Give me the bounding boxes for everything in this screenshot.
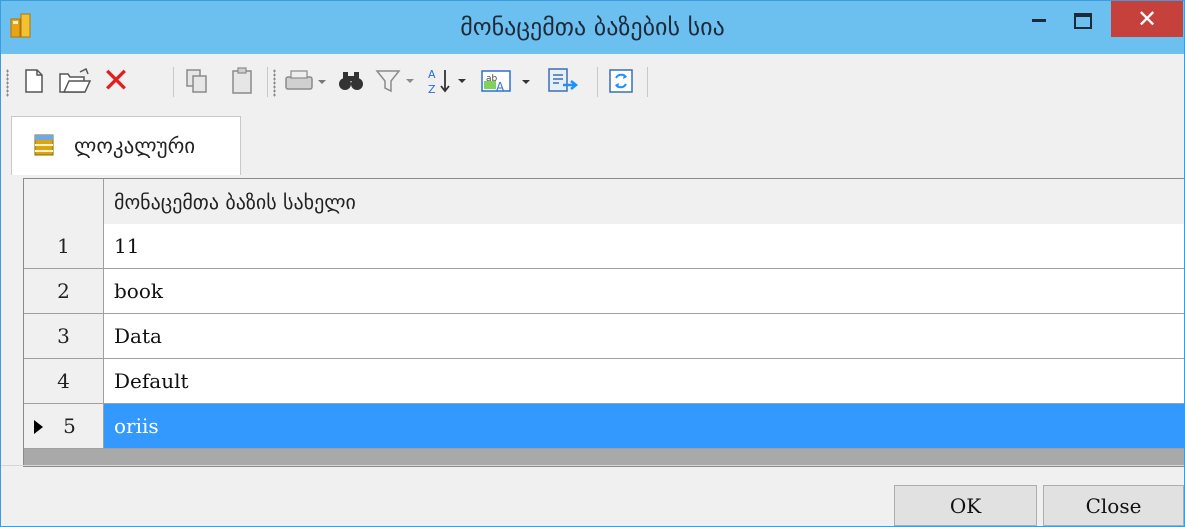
copy-icon: [186, 69, 207, 93]
row-number: 4: [57, 369, 70, 393]
delete-icon: ✕: [101, 61, 131, 101]
database-name-cell[interactable]: book: [104, 269, 1184, 314]
table-row[interactable]: 3 Data: [24, 314, 1184, 359]
row-number: 5: [63, 414, 76, 438]
tab-label: ლოკალური: [74, 134, 196, 158]
database-list-window: მონაცემთა ბაზების სია ✕ ✕ A Z ab A ლოკალ…: [0, 0, 1185, 527]
new-button[interactable]: [19, 63, 49, 99]
toolbar-separator: [647, 67, 648, 97]
table-row[interactable]: 2 book: [24, 269, 1184, 314]
table-row-selected[interactable]: 5 oriis: [24, 404, 1184, 449]
sort-icon: AZ: [428, 68, 466, 96]
ok-button[interactable]: OK: [894, 485, 1037, 526]
filter-icon: [375, 70, 414, 93]
toolbar-grip: [273, 69, 276, 97]
database-name-cell[interactable]: 11: [104, 224, 1184, 269]
delete-button[interactable]: ✕: [99, 63, 133, 99]
find-icon: [339, 72, 363, 90]
svg-text:Z: Z: [428, 83, 436, 96]
table-row[interactable]: 4 Default: [24, 359, 1184, 404]
row-header[interactable]: 2: [24, 269, 104, 314]
close-button[interactable]: Close: [1043, 485, 1184, 526]
refresh-button[interactable]: [605, 63, 637, 99]
minimize-icon: [1032, 19, 1046, 22]
paste-icon: [232, 67, 252, 94]
highlight-icon: abA: [481, 70, 530, 94]
database-grid: მონაცემთა ბაზის სახელი 1 11 2 book 3 Dat…: [23, 178, 1184, 467]
column-header-label: მონაცემთა ბაზის სახელი: [114, 189, 356, 214]
highlight-button[interactable]: ab A: [477, 63, 537, 99]
minimize-button[interactable]: [1019, 1, 1059, 41]
paste-button[interactable]: [227, 63, 257, 99]
print-icon: [285, 70, 326, 90]
close-window-button[interactable]: ✕: [1111, 1, 1183, 37]
refresh-icon: [609, 69, 633, 93]
row-number: 3: [57, 324, 70, 348]
toolbar-separator: [597, 67, 598, 97]
window-title: მონაცემთა ბაზების სია: [460, 13, 725, 41]
svg-text:A: A: [428, 68, 436, 81]
copy-button[interactable]: [181, 63, 213, 99]
maximize-icon: [1074, 13, 1092, 29]
database-name-cell[interactable]: Default: [104, 359, 1184, 404]
database-icon: [34, 134, 54, 156]
footer-divider: [1, 465, 1184, 466]
cell-text: book: [114, 279, 164, 303]
toolbar-separator: [267, 67, 268, 97]
svg-text:A: A: [496, 80, 505, 94]
close-icon: ✕: [1136, 5, 1158, 33]
new-icon: [25, 69, 43, 93]
title-bar[interactable]: მონაცემთა ბაზების სია ✕: [1, 1, 1184, 54]
row-number: 2: [57, 279, 70, 303]
open-icon: [59, 68, 92, 93]
row-header[interactable]: 1: [24, 224, 104, 269]
table-row[interactable]: 1 11: [24, 224, 1184, 269]
row-header[interactable]: 5: [24, 404, 104, 449]
maximize-button[interactable]: [1061, 1, 1105, 41]
print-button[interactable]: [283, 63, 329, 99]
row-header[interactable]: 3: [24, 314, 104, 359]
cell-text: oriis: [114, 414, 159, 438]
row-number: 1: [57, 234, 70, 258]
find-button[interactable]: [335, 63, 367, 99]
tab-strip: ლოკალური: [9, 113, 1184, 175]
open-button[interactable]: [55, 63, 95, 99]
toolbar: ✕ AZ ab A: [1, 55, 1184, 109]
cell-text: Default: [114, 369, 189, 393]
grid-corner[interactable]: [24, 179, 104, 225]
column-header-database-name[interactable]: მონაცემთა ბაზის სახელი: [104, 179, 1184, 225]
export-button[interactable]: [543, 63, 587, 99]
cell-text: 11: [114, 234, 140, 258]
sort-button[interactable]: AZ: [425, 63, 471, 99]
cell-text: Data: [114, 324, 162, 348]
database-name-cell[interactable]: Data: [104, 314, 1184, 359]
row-header[interactable]: 4: [24, 359, 104, 404]
toolbar-grip[interactable]: [6, 69, 9, 97]
export-icon: [548, 68, 579, 92]
toolbar-separator: [173, 67, 174, 97]
filter-button[interactable]: [373, 63, 419, 99]
current-row-arrow-icon: [34, 420, 43, 434]
tab-local[interactable]: ლოკალური: [11, 116, 241, 175]
database-name-cell[interactable]: oriis: [104, 404, 1184, 449]
